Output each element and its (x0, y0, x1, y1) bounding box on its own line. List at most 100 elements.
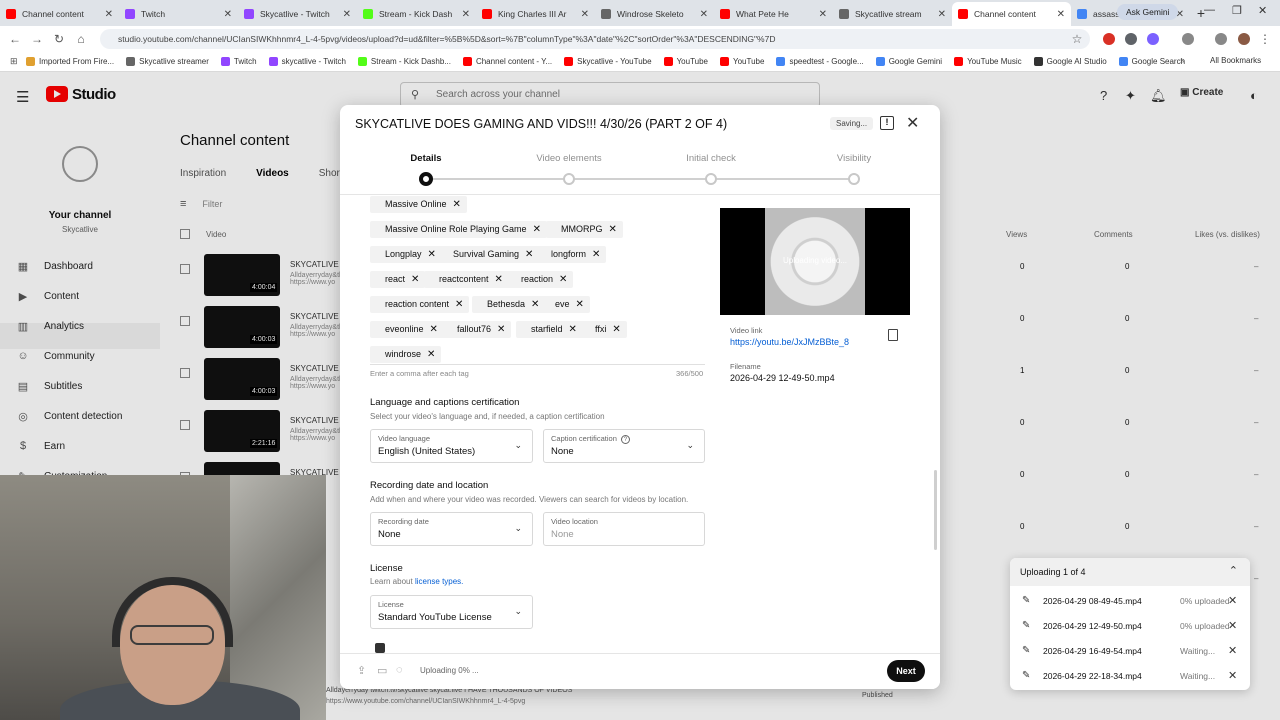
video-language-select[interactable]: Video language English (United States) ⌄ (370, 429, 533, 463)
tag-chip[interactable]: Bethesda ✕ (472, 296, 546, 313)
extension-icon[interactable] (1103, 33, 1115, 45)
close-tab-icon[interactable]: ✕ (581, 9, 589, 20)
url-field[interactable]: studio.youtube.com/channel/UCIanSIWKhhnm… (100, 29, 1090, 49)
more-bookmarks-icon[interactable]: » (1180, 55, 1185, 65)
remove-tag-icon[interactable]: ✕ (525, 249, 533, 260)
step-initial-check[interactable]: Initial check (686, 153, 736, 164)
cancel-upload-icon[interactable]: ✕ (1228, 594, 1237, 607)
bookmark-item[interactable]: Google Search (1118, 57, 1185, 66)
bookmark-item[interactable]: YouTube (663, 57, 708, 66)
remove-tag-icon[interactable]: ✕ (533, 224, 541, 235)
remove-tag-icon[interactable]: ✕ (531, 299, 539, 310)
close-tab-icon[interactable]: ✕ (462, 9, 470, 20)
help-icon[interactable]: ? (620, 435, 630, 444)
tag-chip[interactable]: ffxi ✕ (580, 321, 627, 338)
remove-tag-icon[interactable]: ✕ (430, 324, 438, 335)
remove-tag-icon[interactable]: ✕ (455, 299, 463, 310)
tag-chip[interactable]: eve ✕ (540, 296, 590, 313)
dialog-scrollbar[interactable] (934, 470, 937, 550)
close-tab-icon[interactable]: ✕ (819, 9, 827, 20)
maximize-icon[interactable]: ❐ (1232, 4, 1242, 17)
upload-panel-header[interactable]: Uploading 1 of 4 ⌃ (1010, 558, 1250, 586)
tag-chip[interactable]: reaction content ✕ (370, 296, 470, 313)
bookmark-item[interactable]: YouTube (720, 57, 764, 66)
browser-tab[interactable]: Windrose Skeleto ✕ (595, 2, 714, 26)
tag-chip[interactable]: Massive Online Role Playing Game ✕ (370, 221, 547, 238)
tag-chip[interactable]: eveonline ✕ (370, 321, 444, 338)
bookmark-item[interactable]: Imported From Fire... (26, 57, 114, 66)
tag-chip[interactable]: windrose ✕ (370, 346, 442, 363)
video-preview[interactable]: Uploading video... (720, 208, 910, 315)
feedback-icon[interactable]: ! (880, 116, 894, 130)
bookmark-star-icon[interactable]: ☆ (1066, 32, 1088, 46)
edit-icon[interactable]: ✎ (1022, 670, 1030, 681)
remove-tag-icon[interactable]: ✕ (559, 274, 567, 285)
remove-tag-icon[interactable]: ✕ (609, 224, 617, 235)
ask-gemini-button[interactable]: Ask Gemini (1117, 4, 1179, 20)
close-dialog-icon[interactable]: ✕ (906, 113, 919, 133)
license-select[interactable]: License Standard YouTube License ⌄ (370, 595, 533, 629)
bookmark-item[interactable]: Google Gemini (875, 57, 942, 66)
tag-chip[interactable]: reactcontent ✕ (424, 271, 509, 288)
step-details[interactable]: Details (410, 153, 441, 164)
cancel-upload-icon[interactable]: ✕ (1228, 644, 1237, 657)
close-tab-icon[interactable]: ✕ (224, 9, 232, 20)
bookmark-item[interactable]: Skycatlive - YouTube (564, 57, 652, 66)
bookmark-item[interactable]: speedtest - Google... (776, 57, 864, 66)
bookmark-item[interactable]: Google AI Studio (1033, 57, 1107, 66)
profile-avatar[interactable] (1238, 33, 1250, 45)
bookmark-item[interactable]: Channel content - Y... (462, 57, 552, 66)
edit-icon[interactable]: ✎ (1022, 595, 1030, 606)
tag-chip[interactable]: fallout76 ✕ (442, 321, 512, 338)
copy-icon[interactable] (888, 329, 898, 341)
remove-tag-icon[interactable]: ✕ (453, 199, 461, 210)
close-tab-icon[interactable]: ✕ (938, 9, 946, 20)
bookmark-item[interactable]: Stream - Kick Dashb... (357, 57, 451, 66)
tags-input[interactable]: Massive Online ✕ Massive Online Role Playi… (370, 195, 705, 365)
bookmark-item[interactable]: skycatlive - Twitch (268, 57, 346, 66)
reload-icon[interactable]: ↻ (48, 32, 70, 46)
license-types-link[interactable]: license types. (415, 577, 463, 586)
recording-date-select[interactable]: Recording date None ⌄ (370, 512, 533, 546)
upload-item[interactable]: ✎ 2026-04-29 16-49-54.mp4 Waiting... ✕ (1010, 639, 1250, 664)
close-tab-icon[interactable]: ✕ (343, 9, 351, 20)
extension-icon[interactable] (1125, 33, 1137, 45)
tag-chip[interactable]: Longplay ✕ (370, 246, 442, 263)
close-tab-icon[interactable]: ✕ (105, 9, 113, 20)
browser-tab[interactable]: Stream - Kick Dash ✕ (357, 2, 476, 26)
browser-tab[interactable]: Skycatlive stream ✕ (833, 2, 952, 26)
all-bookmarks-button[interactable]: All Bookmarks (1210, 56, 1261, 65)
close-window-icon[interactable]: ✕ (1258, 4, 1267, 17)
browser-tab[interactable]: Channel content ✕ (0, 2, 119, 26)
tab-search-icon[interactable] (1215, 33, 1227, 45)
apps-icon[interactable]: ⊞ (10, 56, 18, 67)
video-link[interactable]: https://youtu.be/JxJMzBBte_8 (730, 337, 849, 347)
cast-icon[interactable] (1182, 33, 1194, 45)
forward-icon[interactable]: → (26, 32, 48, 46)
remove-tag-icon[interactable]: ✕ (428, 249, 436, 260)
browser-tab[interactable]: Channel content ✕ (952, 2, 1071, 26)
extension-icon[interactable] (1147, 33, 1159, 45)
caption-certification-select[interactable]: Caption certification? None ⌄ (543, 429, 705, 463)
remove-tag-icon[interactable]: ✕ (569, 324, 577, 335)
remove-tag-icon[interactable]: ✕ (411, 274, 419, 285)
minimize-icon[interactable]: — (1204, 4, 1215, 16)
browser-tab[interactable]: Skycatlive - Twitch ✕ (238, 2, 357, 26)
remove-tag-icon[interactable]: ✕ (612, 324, 620, 335)
upload-item[interactable]: ✎ 2026-04-29 08-49-45.mp4 0% uploaded ✕ (1010, 589, 1250, 614)
cancel-upload-icon[interactable]: ✕ (1228, 669, 1237, 682)
browser-tab[interactable]: King Charles III Ar ✕ (476, 2, 595, 26)
tag-chip[interactable]: reaction ✕ (506, 271, 574, 288)
tag-chip[interactable]: Survival Gaming ✕ (438, 246, 540, 263)
next-button[interactable]: Next (887, 660, 925, 682)
edit-icon[interactable]: ✎ (1022, 645, 1030, 656)
close-tab-icon[interactable]: ✕ (1057, 9, 1065, 20)
step-video-elements[interactable]: Video elements (536, 153, 601, 164)
remove-tag-icon[interactable]: ✕ (497, 324, 505, 335)
video-location-input[interactable]: Video location None (543, 512, 705, 546)
menu-icon[interactable]: ⋮ (1254, 32, 1276, 46)
tag-chip[interactable]: longform ✕ (536, 246, 607, 263)
browser-tab[interactable]: Twitch ✕ (119, 2, 238, 26)
browser-tab[interactable]: What Pete He ✕ (714, 2, 833, 26)
tag-chip[interactable]: react ✕ (370, 271, 426, 288)
